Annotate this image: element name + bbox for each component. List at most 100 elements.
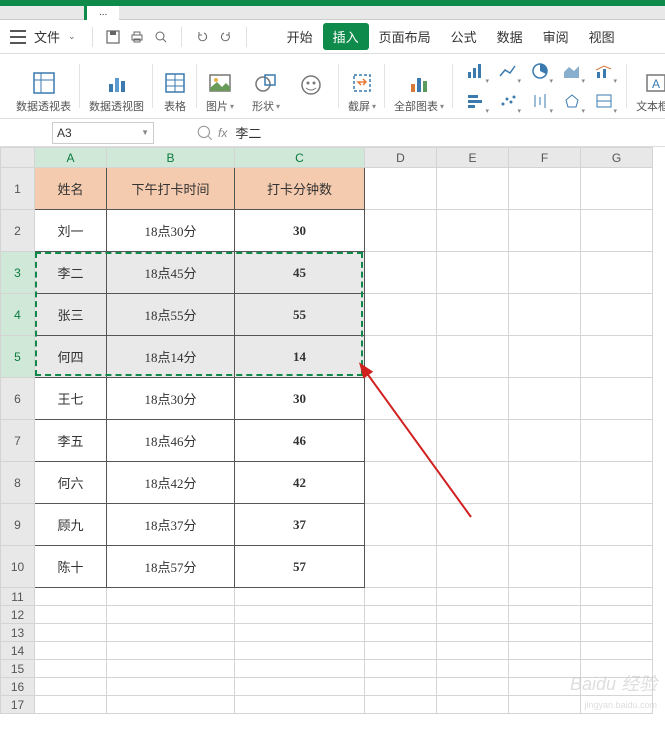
cell[interactable]: 李二	[35, 252, 107, 294]
cell[interactable]	[437, 588, 509, 606]
col-header[interactable]: C	[235, 148, 365, 168]
cell[interactable]	[35, 660, 107, 678]
preview-icon[interactable]	[151, 27, 171, 47]
cell[interactable]	[581, 210, 653, 252]
cell[interactable]	[235, 588, 365, 606]
row-header[interactable]: 1	[1, 168, 35, 210]
menu-审阅[interactable]: 审阅	[533, 23, 579, 50]
cell[interactable]	[509, 624, 581, 642]
cell[interactable]	[365, 588, 437, 606]
cell[interactable]	[35, 642, 107, 660]
cell[interactable]: 18点37分	[107, 504, 235, 546]
cell[interactable]	[509, 336, 581, 378]
menu-开始[interactable]: 开始	[277, 23, 323, 50]
cell[interactable]	[509, 294, 581, 336]
pie-chart-icon[interactable]: ▾	[526, 58, 554, 84]
cell[interactable]: 何四	[35, 336, 107, 378]
cell[interactable]	[437, 660, 509, 678]
cell[interactable]	[437, 462, 509, 504]
cell[interactable]: 王七	[35, 378, 107, 420]
row-header[interactable]: 4	[1, 294, 35, 336]
cell[interactable]	[581, 588, 653, 606]
combo-chart-icon[interactable]: ▾	[590, 58, 618, 84]
cell[interactable]	[581, 642, 653, 660]
cell[interactable]: 张三	[35, 294, 107, 336]
hbar-chart-icon[interactable]: ▾	[462, 88, 490, 114]
cell[interactable]	[107, 588, 235, 606]
cell[interactable]	[35, 696, 107, 714]
pivot-table-button[interactable]: 数据透视表	[8, 58, 79, 114]
table-button[interactable]: 表格	[154, 58, 196, 114]
cell[interactable]	[365, 462, 437, 504]
cell[interactable]	[581, 168, 653, 210]
row-header[interactable]: 17	[1, 696, 35, 714]
col-header[interactable]: E	[437, 148, 509, 168]
row-header[interactable]: 7	[1, 420, 35, 462]
cell[interactable]	[437, 696, 509, 714]
cell[interactable]	[437, 642, 509, 660]
row-header[interactable]: 13	[1, 624, 35, 642]
cell[interactable]	[35, 606, 107, 624]
all-charts-button[interactable]: 全部图表▾	[386, 58, 452, 114]
pivot-chart-button[interactable]: 数据透视图	[81, 58, 152, 114]
cell[interactable]	[365, 504, 437, 546]
row-header[interactable]: 10	[1, 546, 35, 588]
cell[interactable]	[581, 252, 653, 294]
cell[interactable]	[365, 642, 437, 660]
cell[interactable]	[581, 420, 653, 462]
cell[interactable]	[365, 546, 437, 588]
cell[interactable]	[365, 378, 437, 420]
cell[interactable]	[365, 696, 437, 714]
picture-button[interactable]: 图片▾	[198, 58, 242, 114]
menu-数据[interactable]: 数据	[487, 23, 533, 50]
cell[interactable]	[581, 294, 653, 336]
cell[interactable]	[509, 378, 581, 420]
cell[interactable]	[581, 462, 653, 504]
cell[interactable]: 姓名	[35, 168, 107, 210]
row-header[interactable]: 12	[1, 606, 35, 624]
chevron-down-icon[interactable]: ⌄	[68, 31, 76, 42]
cell[interactable]	[509, 252, 581, 294]
cell[interactable]: 30	[235, 378, 365, 420]
document-tab[interactable]: ...	[84, 6, 119, 20]
cell[interactable]	[107, 606, 235, 624]
cell[interactable]	[365, 252, 437, 294]
textbox-button[interactable]: A 文本框▾	[628, 58, 665, 114]
cell[interactable]	[509, 462, 581, 504]
screenshot-button[interactable]: 截屏▾	[340, 58, 384, 114]
cell[interactable]: 18点30分	[107, 378, 235, 420]
row-header[interactable]: 6	[1, 378, 35, 420]
bar-chart-icon[interactable]: ▾	[462, 58, 490, 84]
zoom-icon[interactable]	[196, 124, 214, 142]
cell[interactable]: 57	[235, 546, 365, 588]
cell[interactable]	[437, 546, 509, 588]
cell[interactable]	[35, 588, 107, 606]
stock-chart-icon[interactable]: ▾	[526, 88, 554, 114]
cell[interactable]: 何六	[35, 462, 107, 504]
line-chart-icon[interactable]: ▾	[494, 58, 522, 84]
cell[interactable]	[235, 606, 365, 624]
cell[interactable]	[235, 660, 365, 678]
cell[interactable]	[107, 678, 235, 696]
cell[interactable]	[509, 504, 581, 546]
cell[interactable]: 46	[235, 420, 365, 462]
cell[interactable]	[509, 420, 581, 462]
cell[interactable]	[107, 624, 235, 642]
fx-label[interactable]: fx	[218, 126, 227, 140]
row-header[interactable]: 2	[1, 210, 35, 252]
cell[interactable]	[437, 678, 509, 696]
cell[interactable]	[581, 336, 653, 378]
cell[interactable]	[235, 678, 365, 696]
redo-icon[interactable]	[216, 27, 236, 47]
cell[interactable]	[107, 660, 235, 678]
row-header[interactable]: 14	[1, 642, 35, 660]
col-header[interactable]: G	[581, 148, 653, 168]
menu-页面布局[interactable]: 页面布局	[369, 23, 441, 50]
cell[interactable]	[365, 624, 437, 642]
row-header[interactable]: 9	[1, 504, 35, 546]
row-header[interactable]: 5	[1, 336, 35, 378]
radar-chart-icon[interactable]: ▾	[558, 88, 586, 114]
cell[interactable]	[107, 642, 235, 660]
cell[interactable]: 下午打卡时间	[107, 168, 235, 210]
scatter-chart-icon[interactable]: ▾	[494, 88, 522, 114]
